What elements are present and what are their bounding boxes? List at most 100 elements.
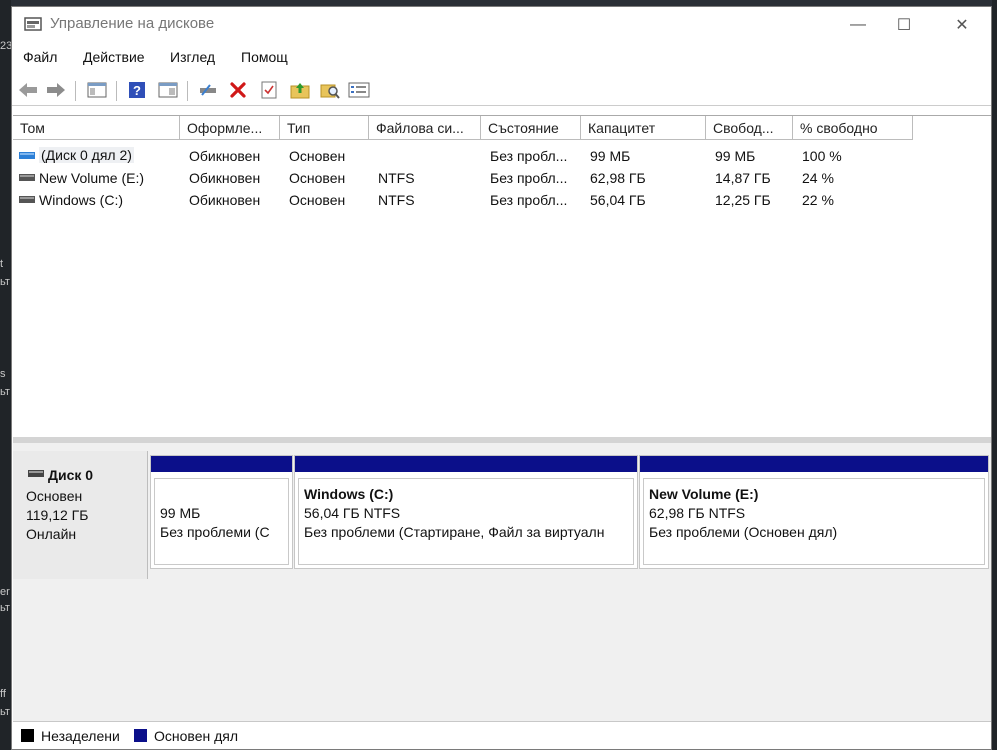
maximize-button[interactable]: ☐	[881, 11, 927, 39]
column-header-type[interactable]: Тип	[280, 116, 369, 140]
volume-icon	[19, 152, 35, 159]
disk-state: Онлайн	[26, 526, 77, 542]
table-row[interactable]: (Диск 0 дял 2) Обикновен Основен Без про…	[13, 145, 991, 167]
desktop-text: ьт	[0, 386, 10, 398]
properties-icon[interactable]	[157, 79, 179, 101]
toolbar: ?	[12, 75, 991, 106]
partition-type-bar	[295, 456, 637, 472]
table-row[interactable]: New Volume (E:) Обикновен Основен NTFS Б…	[13, 167, 991, 189]
toolbar-separator	[116, 81, 117, 101]
volume-list: Том Оформле... Тип Файлова си... Състоян…	[13, 115, 991, 438]
volume-capacity: 56,04 ГБ	[590, 192, 646, 208]
disk-info-panel[interactable]: Диск 0 Основен 119,12 ГБ Онлайн	[13, 451, 148, 579]
volume-name: (Диск 0 дял 2)	[39, 147, 134, 163]
window-title: Управление на дискове	[50, 15, 215, 32]
volume-free-space: 12,25 ГБ	[715, 192, 771, 208]
menu-bar: Файл Действие Изглед Помощ	[12, 43, 991, 73]
volume-layout: Обикновен	[189, 148, 261, 164]
column-header-volume[interactable]: Том	[13, 116, 180, 140]
toolbar-separator	[187, 81, 188, 101]
partition-size: 99 МБ	[160, 505, 201, 521]
partition-body: New Volume (E:) 62,98 ГБ NTFS Без пробле…	[643, 478, 985, 565]
disk-name: Диск 0	[48, 467, 94, 483]
volume-icon	[19, 196, 35, 203]
disk-icon	[28, 470, 44, 477]
volume-status: Без пробл...	[490, 148, 568, 164]
menu-view[interactable]: Изглед	[170, 49, 215, 65]
check-icon[interactable]	[258, 79, 280, 101]
menu-action[interactable]: Действие	[83, 49, 145, 65]
table-row[interactable]: Windows (C:) Обикновен Основен NTFS Без …	[13, 189, 991, 211]
partition-body: Windows (C:) 56,04 ГБ NTFS Без проблеми …	[298, 478, 634, 565]
volume-percent-free: 22 %	[802, 192, 834, 208]
volume-type: Основен	[289, 170, 346, 186]
volume-free-space: 99 МБ	[715, 148, 756, 164]
volume-filesystem: NTFS	[378, 170, 415, 186]
partition-system-reserved[interactable]: 99 МБ Без проблеми (С	[150, 455, 293, 569]
partition-body: 99 МБ Без проблеми (С	[154, 478, 289, 565]
legend-swatch-primary-partition	[134, 729, 147, 742]
desktop-text: ьт	[0, 276, 10, 288]
legend-swatch-unallocated	[21, 729, 34, 742]
volume-type: Основен	[289, 148, 346, 164]
partition-status: Без проблеми (С	[160, 524, 270, 540]
menu-file[interactable]: Файл	[23, 49, 57, 65]
volume-icon	[19, 174, 35, 181]
partition-status: Без проблеми (Стартиране, Файл за виртуа…	[304, 524, 605, 540]
volume-free-space: 14,87 ГБ	[715, 170, 771, 186]
partition-windows-c[interactable]: Windows (C:) 56,04 ГБ NTFS Без проблеми …	[294, 455, 638, 569]
volume-capacity: 62,98 ГБ	[590, 170, 646, 186]
volume-status: Без пробл...	[490, 170, 568, 186]
disk-management-app-icon	[24, 17, 42, 31]
volume-name: Windows (C:)	[39, 192, 124, 208]
help-icon[interactable]: ?	[126, 79, 148, 101]
desktop-background-left: 23 t ьт s ьт er ьт ff ьт	[0, 0, 11, 750]
connect-disk-icon[interactable]	[197, 79, 219, 101]
partition-title: Windows (C:)	[304, 486, 394, 502]
column-header-layout[interactable]: Оформле...	[180, 116, 280, 140]
desktop-text: s	[0, 368, 6, 380]
volume-percent-free: 24 %	[802, 170, 834, 186]
partition-type-bar	[640, 456, 988, 472]
delete-icon[interactable]	[227, 79, 249, 101]
desktop-text: er	[0, 586, 10, 598]
partition-type-bar	[151, 456, 292, 472]
partition-size: 62,98 ГБ NTFS	[649, 505, 746, 521]
desktop-background-right	[992, 0, 997, 750]
column-header-capacity[interactable]: Капацитет	[581, 116, 706, 140]
desktop-text: t	[0, 258, 4, 270]
volume-percent-free: 100 %	[802, 148, 842, 164]
desktop-text: ьт	[0, 602, 10, 614]
minimize-button[interactable]: —	[835, 11, 881, 39]
column-header-free-space[interactable]: Свобод...	[706, 116, 793, 140]
desktop-text: ff	[0, 688, 6, 700]
partition-title: New Volume (E:)	[649, 486, 759, 502]
title-bar[interactable]: Управление на дискове — ☐ ✕	[12, 7, 991, 43]
disk-type: Основен	[26, 488, 83, 504]
disk-graphical-view: Диск 0 Основен 119,12 ГБ Онлайн 99 МБ Бе…	[13, 443, 991, 721]
column-header-status[interactable]: Състояние	[481, 116, 581, 140]
menu-help[interactable]: Помощ	[241, 49, 288, 65]
svg-text:?: ?	[133, 83, 141, 98]
desktop-text: ьт	[0, 706, 10, 718]
partition-size: 56,04 ГБ NTFS	[304, 505, 401, 521]
folder-search-icon[interactable]	[319, 79, 341, 101]
partition-new-volume-e[interactable]: New Volume (E:) 62,98 ГБ NTFS Без пробле…	[639, 455, 989, 569]
volume-name: New Volume (E:)	[39, 170, 145, 186]
legend-label-unallocated: Незаделени	[41, 728, 120, 744]
forward-arrow-icon[interactable]	[45, 79, 67, 101]
toolbar-separator	[75, 81, 76, 101]
close-button[interactable]: ✕	[939, 11, 985, 39]
console-tree-icon[interactable]	[86, 79, 108, 101]
column-header-filesystem[interactable]: Файлова си...	[369, 116, 481, 140]
column-header-percent-free[interactable]: % свободно	[793, 116, 913, 140]
desktop-text: 23	[0, 40, 11, 52]
legend-bar: Незаделени Основен дял	[13, 721, 991, 749]
folder-up-icon[interactable]	[289, 79, 311, 101]
settings-list-icon[interactable]	[348, 79, 370, 101]
partition-status: Без проблеми (Основен дял)	[649, 524, 838, 540]
disk-management-window: Управление на дискове — ☐ ✕ Файл Действи…	[11, 6, 992, 750]
volume-status: Без пробл...	[490, 192, 568, 208]
volume-layout: Обикновен	[189, 192, 261, 208]
back-arrow-icon[interactable]	[17, 79, 39, 101]
